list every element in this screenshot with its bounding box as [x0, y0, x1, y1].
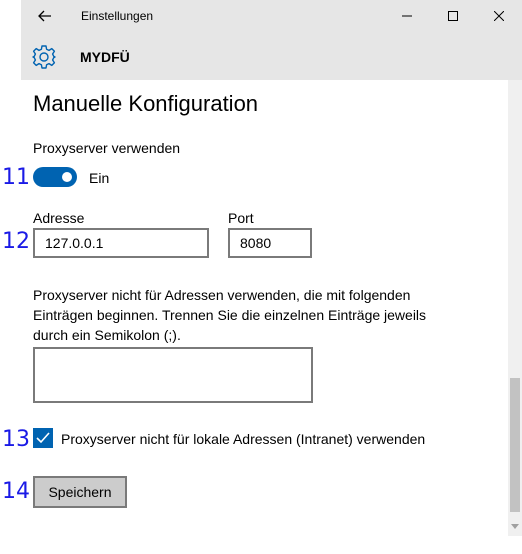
toggle-knob [62, 172, 72, 182]
back-button[interactable] [29, 4, 61, 28]
gear-icon [31, 44, 57, 70]
address-input[interactable] [33, 228, 209, 258]
step-marker-14: 14 [2, 479, 30, 504]
minimize-button[interactable] [384, 0, 430, 32]
step-marker-12: 12 [2, 229, 30, 254]
vertical-scrollbar[interactable] [508, 80, 522, 536]
close-button[interactable] [476, 0, 522, 32]
use-proxy-toggle[interactable] [33, 167, 77, 187]
scroll-down-button[interactable] [508, 520, 522, 532]
checkmark-icon [36, 432, 50, 444]
scrollbar-thumb[interactable] [510, 378, 520, 512]
chevron-down-icon [511, 523, 519, 529]
page-title: Manuelle Konfiguration [33, 91, 259, 116]
port-label: Port [228, 210, 254, 226]
title-bar: Einstellungen [21, 0, 522, 32]
maximize-button[interactable] [430, 0, 476, 32]
port-input[interactable] [228, 228, 312, 258]
maximize-icon [448, 11, 458, 21]
address-label: Adresse [33, 210, 85, 226]
window-title: Einstellungen [81, 9, 154, 23]
toggle-state-label: Ein [89, 170, 110, 186]
step-marker-13: 13 [2, 427, 30, 452]
exceptions-textarea[interactable] [33, 347, 313, 403]
bypass-local-checkbox[interactable] [33, 428, 53, 448]
close-icon [494, 11, 504, 21]
app-header: MYDFÜ [21, 32, 522, 80]
arrow-left-icon [38, 10, 51, 22]
bypass-local-label: Proxyserver nicht für lokale Adressen (I… [61, 431, 426, 447]
minimize-icon [402, 15, 412, 17]
settings-window: Einstellungen MYDFÜ Manuelle Konfigurati… [21, 0, 522, 536]
exceptions-description: Proxyserver nicht für Adressen verwenden… [33, 287, 427, 343]
use-proxy-label: Proxyserver verwenden [33, 140, 181, 156]
save-button[interactable]: Speichern [33, 476, 127, 508]
step-marker-11: 11 [2, 165, 30, 190]
app-name: MYDFÜ [80, 49, 130, 65]
